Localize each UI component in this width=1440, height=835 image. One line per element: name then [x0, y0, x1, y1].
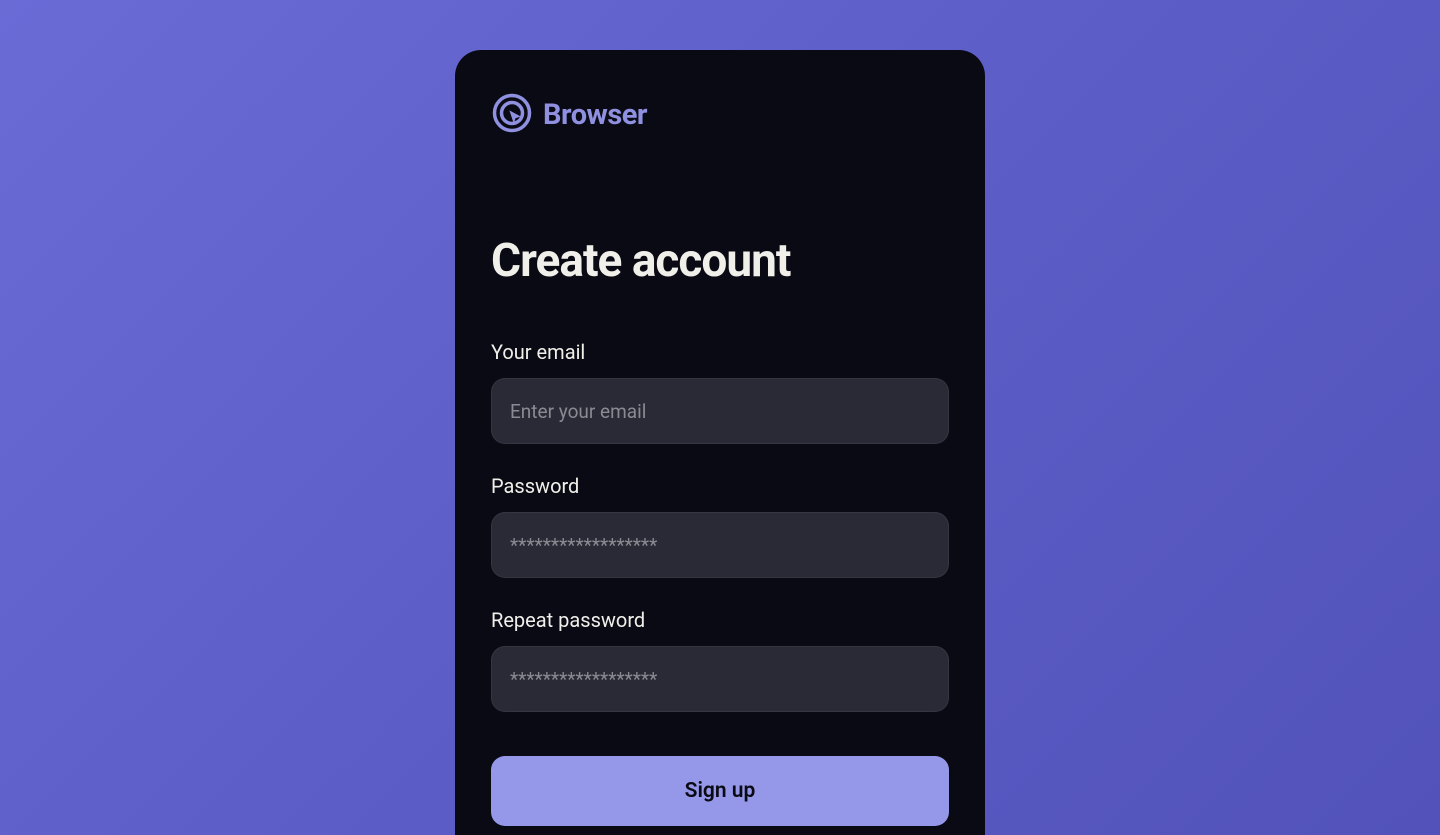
signup-button[interactable]: Sign up	[491, 756, 949, 826]
password-label: Password	[491, 474, 949, 498]
email-input[interactable]	[491, 378, 949, 444]
signup-card: Browser Create account Your email Passwo…	[455, 50, 985, 835]
password-field-group: Password	[491, 474, 949, 578]
page-title: Create account	[491, 234, 949, 288]
cursor-target-icon	[491, 92, 533, 138]
repeat-password-input[interactable]	[491, 646, 949, 712]
email-field-group: Your email	[491, 340, 949, 444]
repeat-password-field-group: Repeat password	[491, 608, 949, 712]
brand-name: Browser	[543, 98, 647, 132]
repeat-password-label: Repeat password	[491, 608, 949, 632]
email-label: Your email	[491, 340, 949, 364]
password-input[interactable]	[491, 512, 949, 578]
brand-row: Browser	[491, 92, 949, 138]
